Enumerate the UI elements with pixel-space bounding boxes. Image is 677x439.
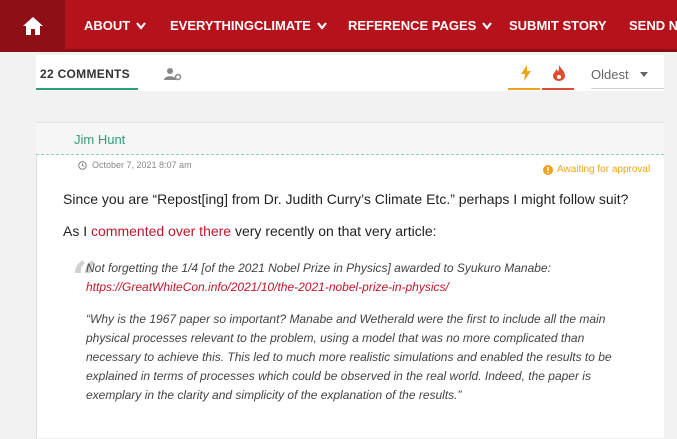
comment-paragraph: Since you are “Repost[ing] from Dr. Judi… [63,191,629,207]
approval-status: Awaiting for approval [543,164,650,175]
blockquote: Not forgetting the 1/4 [of the 2021 Nobe… [86,259,641,405]
comment-meta: October 7, 2021 8:07 am [78,160,192,170]
top-navigation: ABOUT EVERYTHINGCLIMATE REFERENCE PAGES … [0,0,677,52]
chevron-down-icon [316,21,327,30]
chevron-down-icon [136,21,147,30]
commented-over-there-link[interactable]: commented over there [91,223,231,239]
home-button[interactable] [0,0,65,52]
home-icon [22,17,43,35]
nav-item-about[interactable]: ABOUT [84,18,147,33]
comment-header: Jim Hunt [36,123,664,155]
comments-count-underline [36,88,138,90]
bolt-tab-underline [508,88,540,90]
comment-paragraph: As I commented over there very recently … [63,223,437,239]
flame-tab-underline [542,88,574,90]
flame-icon [553,65,565,81]
sort-dropdown[interactable]: Oldest [591,67,649,82]
comments-count[interactable]: 22 COMMENTS [40,67,130,81]
caret-down-icon [639,71,648,77]
nav-item-everythingclimate[interactable]: EVERYTHINGCLIMATE [170,18,327,33]
comments-toolbar: 22 COMMENTS Oldest [36,55,664,91]
approval-status-text: Awaiting for approval [557,164,651,175]
sort-dropdown-label: Oldest [591,67,629,82]
chevron-down-icon [482,21,493,30]
user-settings-icon[interactable] [164,67,182,81]
hottest-sort-tab[interactable] [544,65,574,89]
sort-dropdown-underline [591,88,664,89]
comment-item: Jim Hunt October 7, 2021 8:07 am Awaitin… [36,122,664,439]
quote-body: “Why is the 1967 paper so important? Man… [86,312,612,402]
comment-author[interactable]: Jim Hunt [74,132,125,147]
comment-timestamp[interactable]: October 7, 2021 8:07 am [92,160,192,170]
quote-link[interactable]: https://GreatWhiteCon.info/2021/10/the-2… [86,280,449,294]
nav-item-label: REFERENCE PAGES [348,18,477,33]
nav-item-label: SUBMIT STORY [509,18,607,33]
quote-line: Not forgetting the 1/4 [of the 2021 Nobe… [86,261,551,275]
nav-item-send[interactable]: SEND N [629,18,677,33]
warning-icon [543,164,553,175]
nav-item-reference-pages[interactable]: REFERENCE PAGES [348,18,493,33]
nav-item-label: SEND N [629,18,677,33]
newest-sort-tab[interactable] [511,65,541,89]
nav-item-label: ABOUT [84,18,131,33]
comment-thread-line [36,155,37,439]
clock-icon [78,160,87,170]
comment-text: As I [63,223,92,239]
nav-item-label: EVERYTHINGCLIMATE [170,18,311,33]
nav-item-submit-story[interactable]: SUBMIT STORY [509,18,607,33]
comment-text: very recently on that very article: [231,223,437,239]
bolt-icon [521,65,531,81]
